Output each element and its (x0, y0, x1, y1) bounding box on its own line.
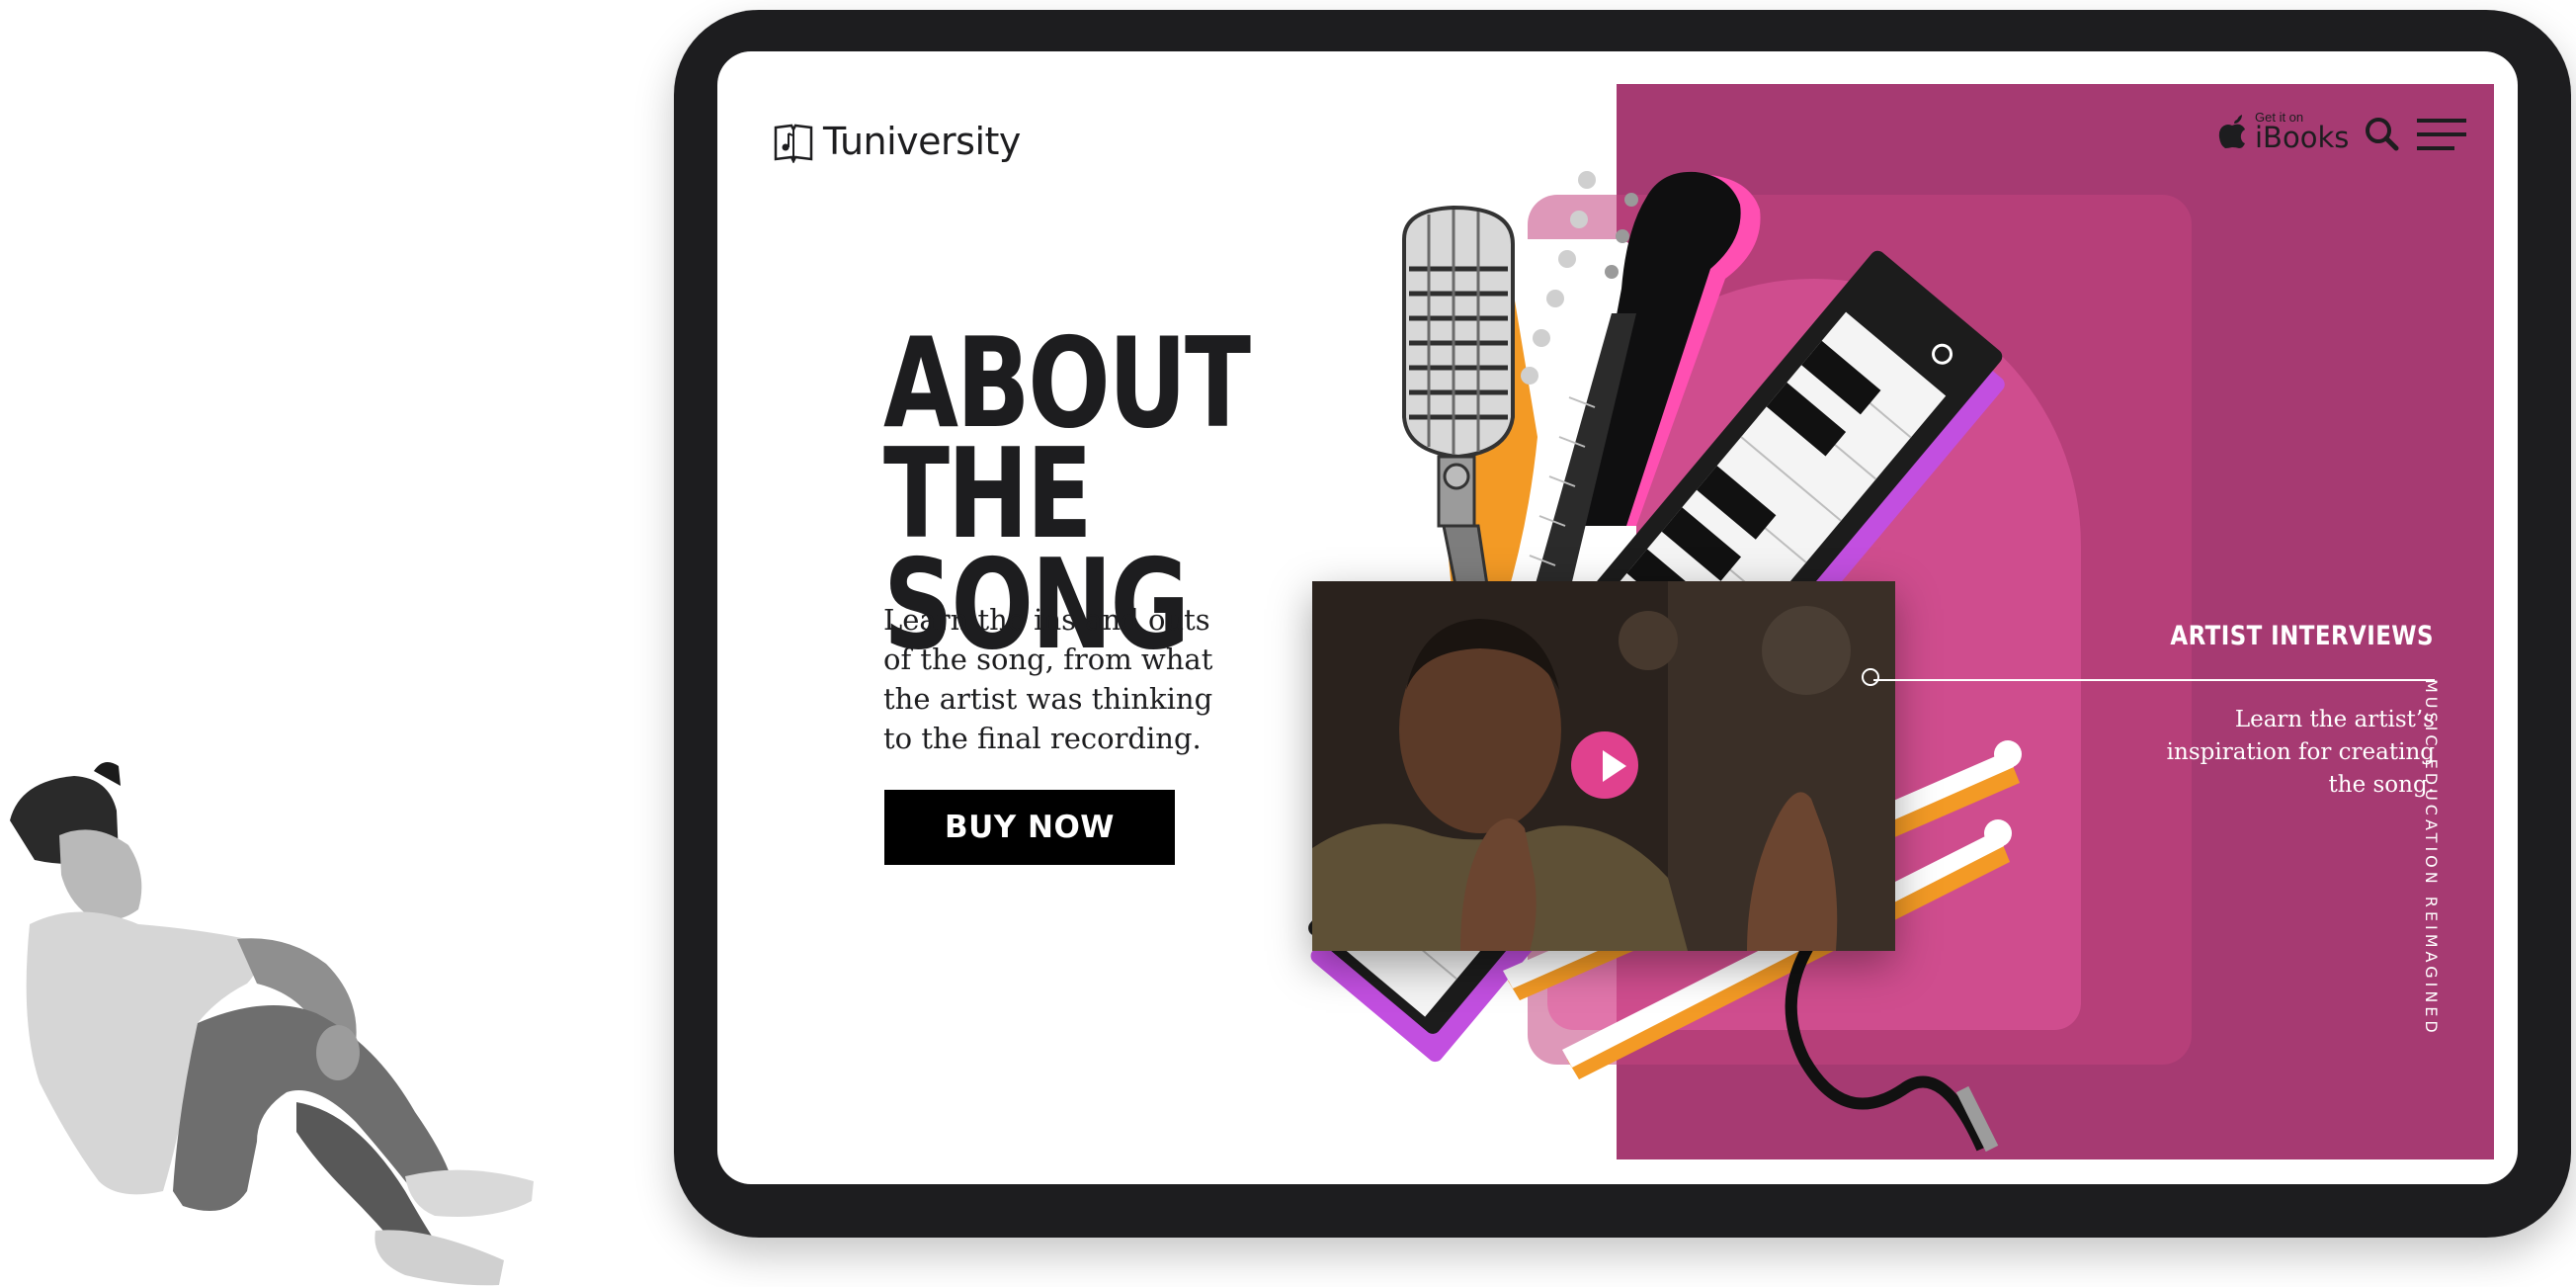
artist-interview-video[interactable] (1312, 581, 1895, 951)
interviews-hotspot[interactable] (1862, 668, 1879, 686)
tagline-text: MUSIC EDUCATION REIMAGINED (2422, 679, 2441, 1037)
tablet-screen: Tuniversity Get it on iBooks ABOUT THE S… (717, 51, 2518, 1184)
book-music-icon (774, 124, 813, 163)
search-button[interactable] (2363, 115, 2402, 154)
search-icon (2366, 118, 2399, 151)
store-badge-big-text: iBooks (2255, 121, 2350, 154)
brand-name: Tuniversity (823, 120, 1021, 163)
artist-interviews-description: Learn the artist’s inspiration for creat… (2166, 707, 2435, 798)
play-icon (1603, 750, 1626, 782)
buy-now-button[interactable]: BUY NOW (884, 790, 1175, 865)
menu-button[interactable] (2415, 115, 2468, 154)
interviews-connector-line (1873, 679, 2435, 681)
play-button[interactable] (1571, 731, 1638, 799)
hamburger-menu-icon (2417, 119, 2466, 150)
artist-interviews-heading: ARTIST INTERVIEWS (2170, 621, 2434, 651)
ibooks-store-badge[interactable]: Get it on iBooks (2217, 111, 2350, 154)
apple-icon (2218, 114, 2245, 148)
sitting-person-illustration (10, 762, 534, 1286)
brand-logo[interactable]: Tuniversity (772, 116, 1021, 167)
hero-description: Learn the ins and outs of the song, from… (883, 603, 1213, 755)
